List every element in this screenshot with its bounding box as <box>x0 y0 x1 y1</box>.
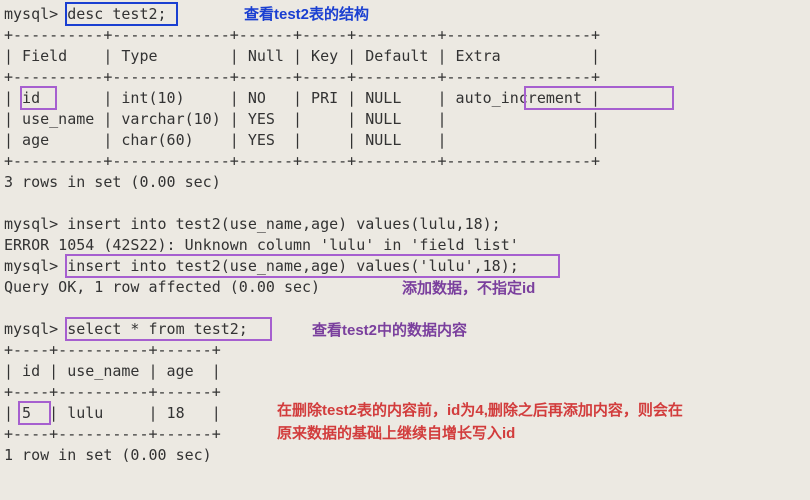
terminal-output: mysql> desc test2; +----------+---------… <box>4 4 806 466</box>
sel-sep-bot: +----+----------+------+ <box>4 425 221 443</box>
desc-sep-bot: +----------+-------------+------+-----+-… <box>4 152 600 170</box>
desc-header: | Field | Type | Null | Key | Default | … <box>4 47 600 65</box>
desc-row-age: | age | char(60) | YES | | NULL | | <box>4 131 600 149</box>
desc-row-id: | id | int(10) | NO | PRI | NULL | auto_… <box>4 89 600 107</box>
prompt: mysql> <box>4 320 58 338</box>
sel-sep-mid: +----+----------+------+ <box>4 383 221 401</box>
sel-header: | id | use_name | age | <box>4 362 221 380</box>
cmd-insert-bad: insert into test2(use_name,age) values(l… <box>67 215 500 233</box>
desc-summary: 3 rows in set (0.00 sec) <box>4 173 221 191</box>
prompt: mysql> <box>4 215 58 233</box>
prompt: mysql> <box>4 5 58 23</box>
cmd-desc: desc test2; <box>67 5 166 23</box>
sel-sep-top: +----+----------+------+ <box>4 341 221 359</box>
prompt: mysql> <box>4 257 58 275</box>
insert-error: ERROR 1054 (42S22): Unknown column 'lulu… <box>4 236 519 254</box>
desc-sep-top: +----------+-------------+------+-----+-… <box>4 26 600 44</box>
sel-row-1: | 5 | lulu | 18 | <box>4 404 221 422</box>
desc-row-usename: | use_name | varchar(10) | YES | | NULL … <box>4 110 600 128</box>
insert-result: Query OK, 1 row affected (0.00 sec) <box>4 278 320 296</box>
cmd-select: select * from test2; <box>67 320 248 338</box>
desc-sep-mid: +----------+-------------+------+-----+-… <box>4 68 600 86</box>
sel-summary: 1 row in set (0.00 sec) <box>4 446 212 464</box>
cmd-insert-ok: insert into test2(use_name,age) values('… <box>67 257 519 275</box>
